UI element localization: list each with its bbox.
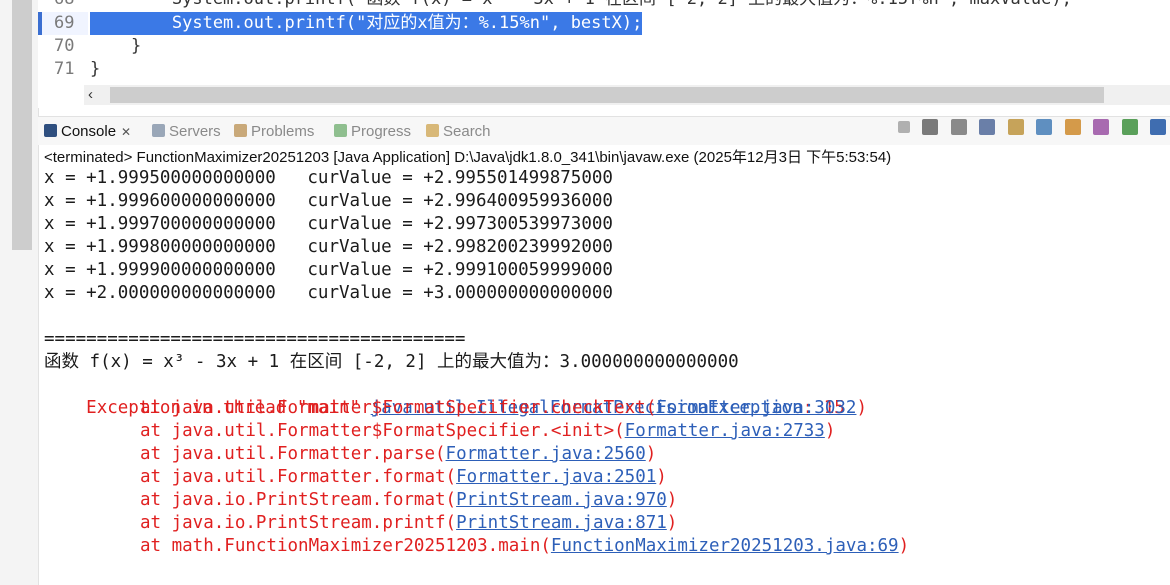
stack-frame-method: at java.io.PrintStream.format( — [140, 490, 457, 510]
search-icon — [426, 124, 439, 137]
tab-problems-label: Problems — [251, 123, 315, 140]
servers-icon — [152, 124, 165, 137]
tab-console[interactable]: Console ✕ — [44, 122, 131, 142]
output-line: x = +1.999900000000000 curValue = +2.999… — [44, 260, 613, 280]
stack-frame-end: ) — [666, 513, 678, 533]
code-line: 70 } — [38, 35, 1170, 58]
separator-line: ======================================== — [44, 329, 466, 349]
console-toolbar — [890, 118, 1166, 138]
tab-search-label: Search — [443, 123, 491, 140]
stack-frame: at java.util.Formatter$FormatSpecifier.c… — [44, 397, 867, 420]
stack-frame-end: ) — [666, 490, 678, 510]
stack-frame-link[interactable]: Formatter.java:2560 — [446, 444, 646, 464]
stack-frame-end: ) — [645, 444, 657, 464]
tab-servers-label: Servers — [169, 123, 221, 140]
scroll-lock-icon[interactable] — [1007, 118, 1024, 135]
left-panel-strip — [0, 0, 39, 585]
code-text-selected: System.out.printf("对应的x值为：%.15%n", bestX… — [90, 12, 643, 35]
output-line: x = +1.999600000000000 curValue = +2.996… — [44, 191, 613, 211]
stack-frame-method: at java.util.Formatter$FormatSpecifier.c… — [140, 398, 657, 418]
stack-frame-method: at java.io.PrintStream.printf( — [140, 513, 457, 533]
line-number: 71 — [54, 59, 75, 79]
tab-console-label: Console — [61, 123, 117, 140]
tab-search[interactable]: Search — [426, 122, 491, 142]
stack-frame-method: at java.util.Formatter$FormatSpecifier.<… — [140, 421, 625, 441]
stack-frame: at java.util.Formatter$FormatSpecifier.<… — [44, 420, 835, 443]
stack-frame-end: ) — [656, 467, 667, 487]
clear-console-icon[interactable] — [979, 118, 996, 135]
console-output[interactable]: x = +1.999500000000000 curValue = +2.995… — [38, 167, 1170, 585]
console-process-label: <terminated> FunctionMaximizer20251203 [… — [44, 149, 892, 166]
output-line: x = +1.999700000000000 curValue = +2.997… — [44, 214, 613, 234]
stack-frame-link[interactable]: Formatter.java:3032 — [656, 398, 856, 418]
stack-frame-link[interactable]: PrintStream.java:970 — [456, 490, 667, 510]
tab-progress-label: Progress — [351, 123, 412, 140]
output-line: x = +2.000000000000000 curValue = +3.000… — [44, 283, 613, 303]
show-console-on-output-icon[interactable] — [1064, 118, 1081, 135]
code-line-selected: 69 System.out.printf("对应的x值为：%.15%n", be… — [38, 12, 1170, 35]
remove-launch-icon[interactable] — [922, 118, 939, 135]
stack-frame-end: ) — [824, 421, 836, 441]
stack-frame-method: at java.util.Formatter.parse( — [140, 444, 446, 464]
horizontal-scrollbar-thumb[interactable] — [110, 87, 1104, 103]
tab-problems[interactable]: Problems — [234, 122, 314, 142]
code-text: } — [90, 36, 142, 56]
stack-frame-link[interactable]: Formatter.java:2501 — [456, 467, 656, 487]
stack-frame-link[interactable]: PrintStream.java:871 — [456, 513, 667, 533]
result-line: 函数 f(x) = x³ - 3x + 1 在区间 [-2, 2] 上的最大值为… — [44, 352, 739, 372]
stack-frame: at java.util.Formatter.parse(Formatter.j… — [44, 443, 656, 466]
scroll-left-icon[interactable]: ‹ — [88, 86, 93, 103]
tab-progress[interactable]: Progress — [334, 122, 411, 142]
code-text: System.out.printf("函数 f(x) = x³ - 3x + 1… — [90, 0, 1072, 11]
stack-frame-end: ) — [898, 536, 910, 556]
stack-frame: at java.util.Formatter.format(Formatter.… — [44, 466, 667, 489]
tab-servers[interactable]: Servers — [152, 122, 221, 142]
stack-frame-method: at java.util.Formatter.format( — [140, 467, 457, 487]
stack-frame: at java.io.PrintStream.format(PrintStrea… — [44, 489, 677, 512]
stack-frame-end: ) — [856, 398, 867, 418]
stack-frame: at java.io.PrintStream.printf(PrintStrea… — [44, 512, 677, 535]
pin-console-icon[interactable] — [1093, 118, 1110, 135]
line-number: 70 — [54, 36, 75, 56]
stack-frame-link[interactable]: FunctionMaximizer20251203.java:69 — [551, 536, 899, 556]
stack-frame: at math.FunctionMaximizer20251203.main(F… — [44, 535, 909, 558]
problems-icon — [234, 124, 247, 137]
output-line: x = +1.999800000000000 curValue = +2.998… — [44, 237, 613, 257]
vertical-scrollbar-thumb[interactable] — [12, 0, 32, 250]
line-number: 69 — [38, 12, 88, 35]
close-icon[interactable]: ✕ — [121, 125, 131, 139]
progress-icon — [334, 124, 347, 137]
terminate-icon[interactable] — [897, 120, 910, 133]
line-number: 68 — [38, 0, 88, 11]
horizontal-scrollbar[interactable]: ‹ — [84, 85, 1170, 105]
console-icon — [44, 124, 57, 137]
code-line: 68 System.out.printf("函数 f(x) = x³ - 3x … — [38, 0, 1170, 11]
word-wrap-icon[interactable] — [1036, 118, 1053, 135]
code-text: } — [90, 59, 101, 79]
stack-frame-method: at math.FunctionMaximizer20251203.main( — [140, 536, 551, 556]
open-console-icon[interactable] — [1150, 118, 1166, 135]
remove-all-terminated-icon[interactable] — [950, 118, 967, 135]
code-line: 71 } — [38, 58, 1170, 81]
display-selected-console-icon[interactable] — [1121, 118, 1138, 135]
stack-frame-link[interactable]: Formatter.java:2733 — [625, 421, 825, 441]
exception-line: Exception in thread "main" java.util.Ill… — [44, 374, 845, 418]
output-line: x = +1.999500000000000 curValue = +2.995… — [44, 168, 613, 188]
